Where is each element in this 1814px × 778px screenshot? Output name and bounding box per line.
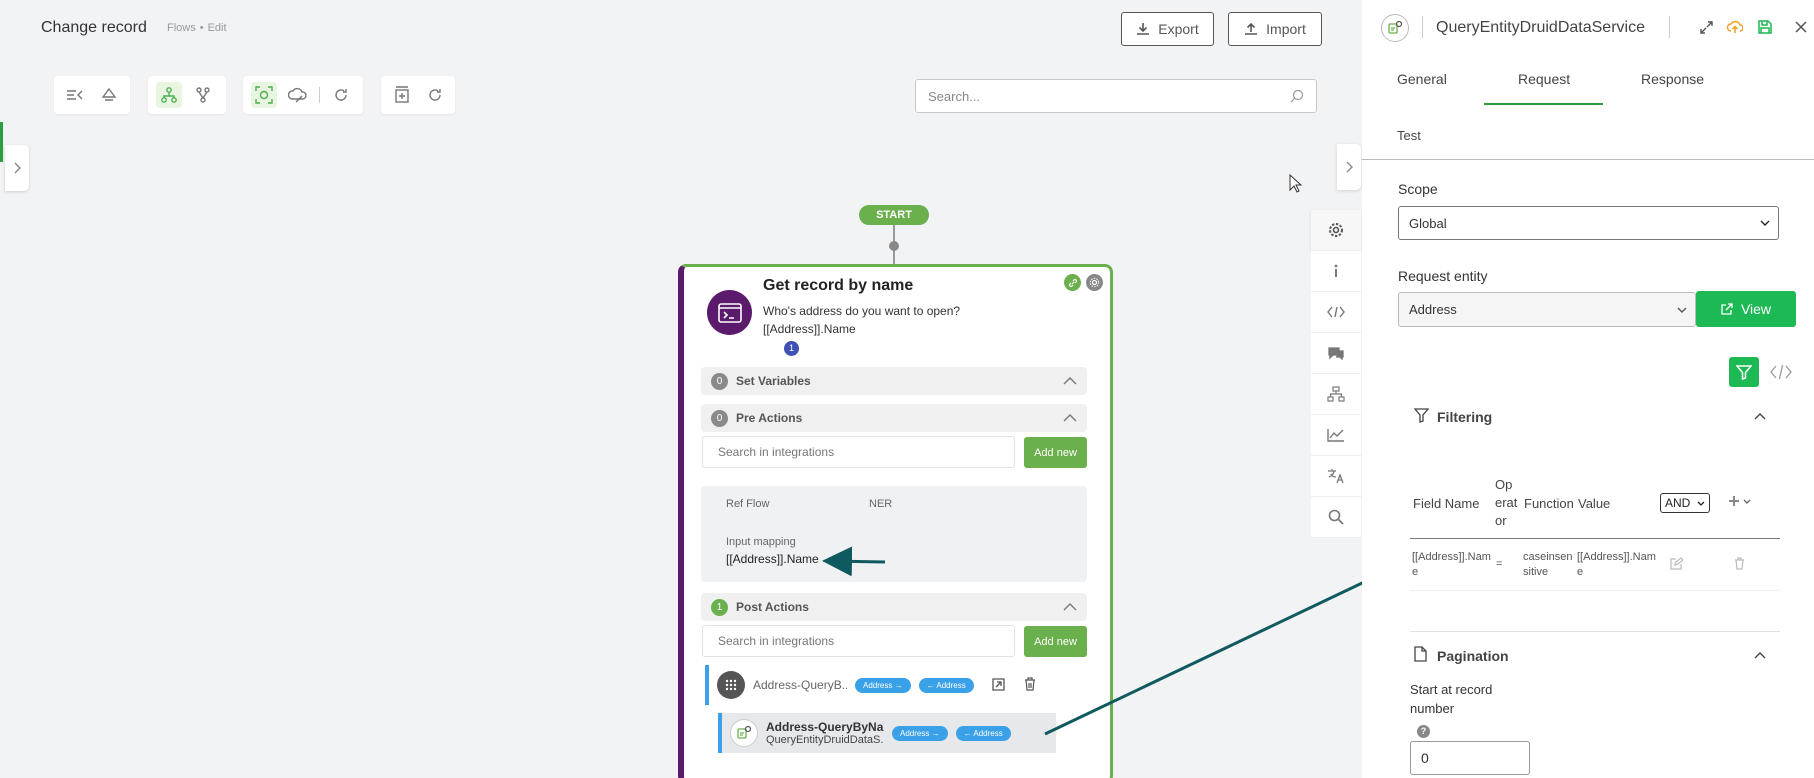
chevron-up-icon[interactable] bbox=[1754, 412, 1766, 420]
row-divider bbox=[1410, 590, 1780, 591]
arrow-to-input-mapping bbox=[822, 546, 886, 577]
filter-toggle-button[interactable] bbox=[1729, 357, 1759, 387]
entity-select[interactable]: Address bbox=[1398, 292, 1696, 327]
search-icon[interactable] bbox=[1311, 497, 1361, 538]
arrow-to-filter-row bbox=[1044, 561, 1406, 736]
panel-title: QueryEntityDruidDataService bbox=[1436, 19, 1645, 36]
settings-gear-icon[interactable] bbox=[1311, 210, 1361, 251]
filter-icon bbox=[1736, 365, 1752, 380]
expand-icon[interactable] bbox=[1700, 21, 1713, 34]
save-icon[interactable] bbox=[1758, 20, 1772, 34]
publish-icon[interactable] bbox=[1727, 19, 1743, 35]
translate-icon[interactable] bbox=[1311, 456, 1361, 497]
filter-operator-cell: = bbox=[1496, 558, 1503, 570]
pagination-heading: Pagination bbox=[1437, 648, 1509, 664]
start-record-label: Start at record number bbox=[1410, 682, 1493, 716]
chevron-down-icon bbox=[1697, 501, 1705, 506]
add-filter-button[interactable] bbox=[1728, 495, 1751, 507]
edit-icon[interactable] bbox=[1670, 557, 1683, 570]
trash-icon[interactable] bbox=[1734, 557, 1745, 570]
tab-test[interactable]: Test bbox=[1397, 128, 1421, 143]
section-divider bbox=[1410, 631, 1780, 632]
column-function: Function bbox=[1524, 496, 1574, 511]
plus-icon bbox=[1729, 496, 1739, 506]
help-icon[interactable]: ? bbox=[1417, 725, 1430, 738]
scope-label: Scope bbox=[1398, 181, 1438, 197]
properties-panel bbox=[1362, 0, 1814, 778]
entity-label: Request entity bbox=[1398, 268, 1488, 284]
column-field-name: Field Name bbox=[1413, 496, 1480, 511]
code-view-icon[interactable] bbox=[1770, 364, 1792, 380]
document-icon bbox=[1414, 646, 1427, 662]
chevron-down-icon bbox=[1677, 307, 1687, 313]
close-icon[interactable] bbox=[1795, 21, 1807, 33]
chat-icon[interactable] bbox=[1311, 333, 1361, 374]
filter-field-cell: [[Address]].Nam e bbox=[1412, 551, 1491, 578]
tab-general[interactable]: General bbox=[1397, 71, 1447, 87]
chevron-down-icon bbox=[1743, 499, 1751, 504]
filter-value-cell: [[Address]].Nam e bbox=[1577, 551, 1656, 578]
right-icon-rail bbox=[1311, 210, 1361, 538]
info-icon[interactable] bbox=[1311, 251, 1361, 292]
chevron-up-icon[interactable] bbox=[1754, 651, 1766, 659]
chevron-down-icon bbox=[1760, 220, 1770, 226]
table-header-divider bbox=[1410, 538, 1780, 539]
header-divider bbox=[1422, 16, 1423, 38]
column-operator: Op erat or bbox=[1495, 477, 1518, 528]
view-entity-button[interactable]: View bbox=[1696, 291, 1796, 327]
filter-icon bbox=[1414, 408, 1429, 423]
druid-service-icon bbox=[1381, 14, 1409, 42]
filtering-heading: Filtering bbox=[1437, 409, 1493, 425]
active-tab-indicator bbox=[1484, 103, 1603, 105]
tab-response[interactable]: Response bbox=[1641, 71, 1704, 87]
column-value: Value bbox=[1578, 496, 1611, 511]
header-divider bbox=[1669, 16, 1670, 38]
chart-line-icon[interactable] bbox=[1311, 415, 1361, 456]
external-link-icon bbox=[1721, 303, 1733, 315]
scope-select[interactable]: Global bbox=[1398, 206, 1779, 240]
tab-divider bbox=[1362, 159, 1814, 160]
tab-request[interactable]: Request bbox=[1518, 71, 1570, 87]
network-icon[interactable] bbox=[1311, 374, 1361, 415]
code-icon[interactable] bbox=[1311, 292, 1361, 333]
start-record-input[interactable]: 0 bbox=[1410, 741, 1530, 775]
logic-operator-select[interactable]: AND bbox=[1660, 493, 1710, 513]
filter-function-cell: caseinsen sitive bbox=[1523, 551, 1573, 578]
